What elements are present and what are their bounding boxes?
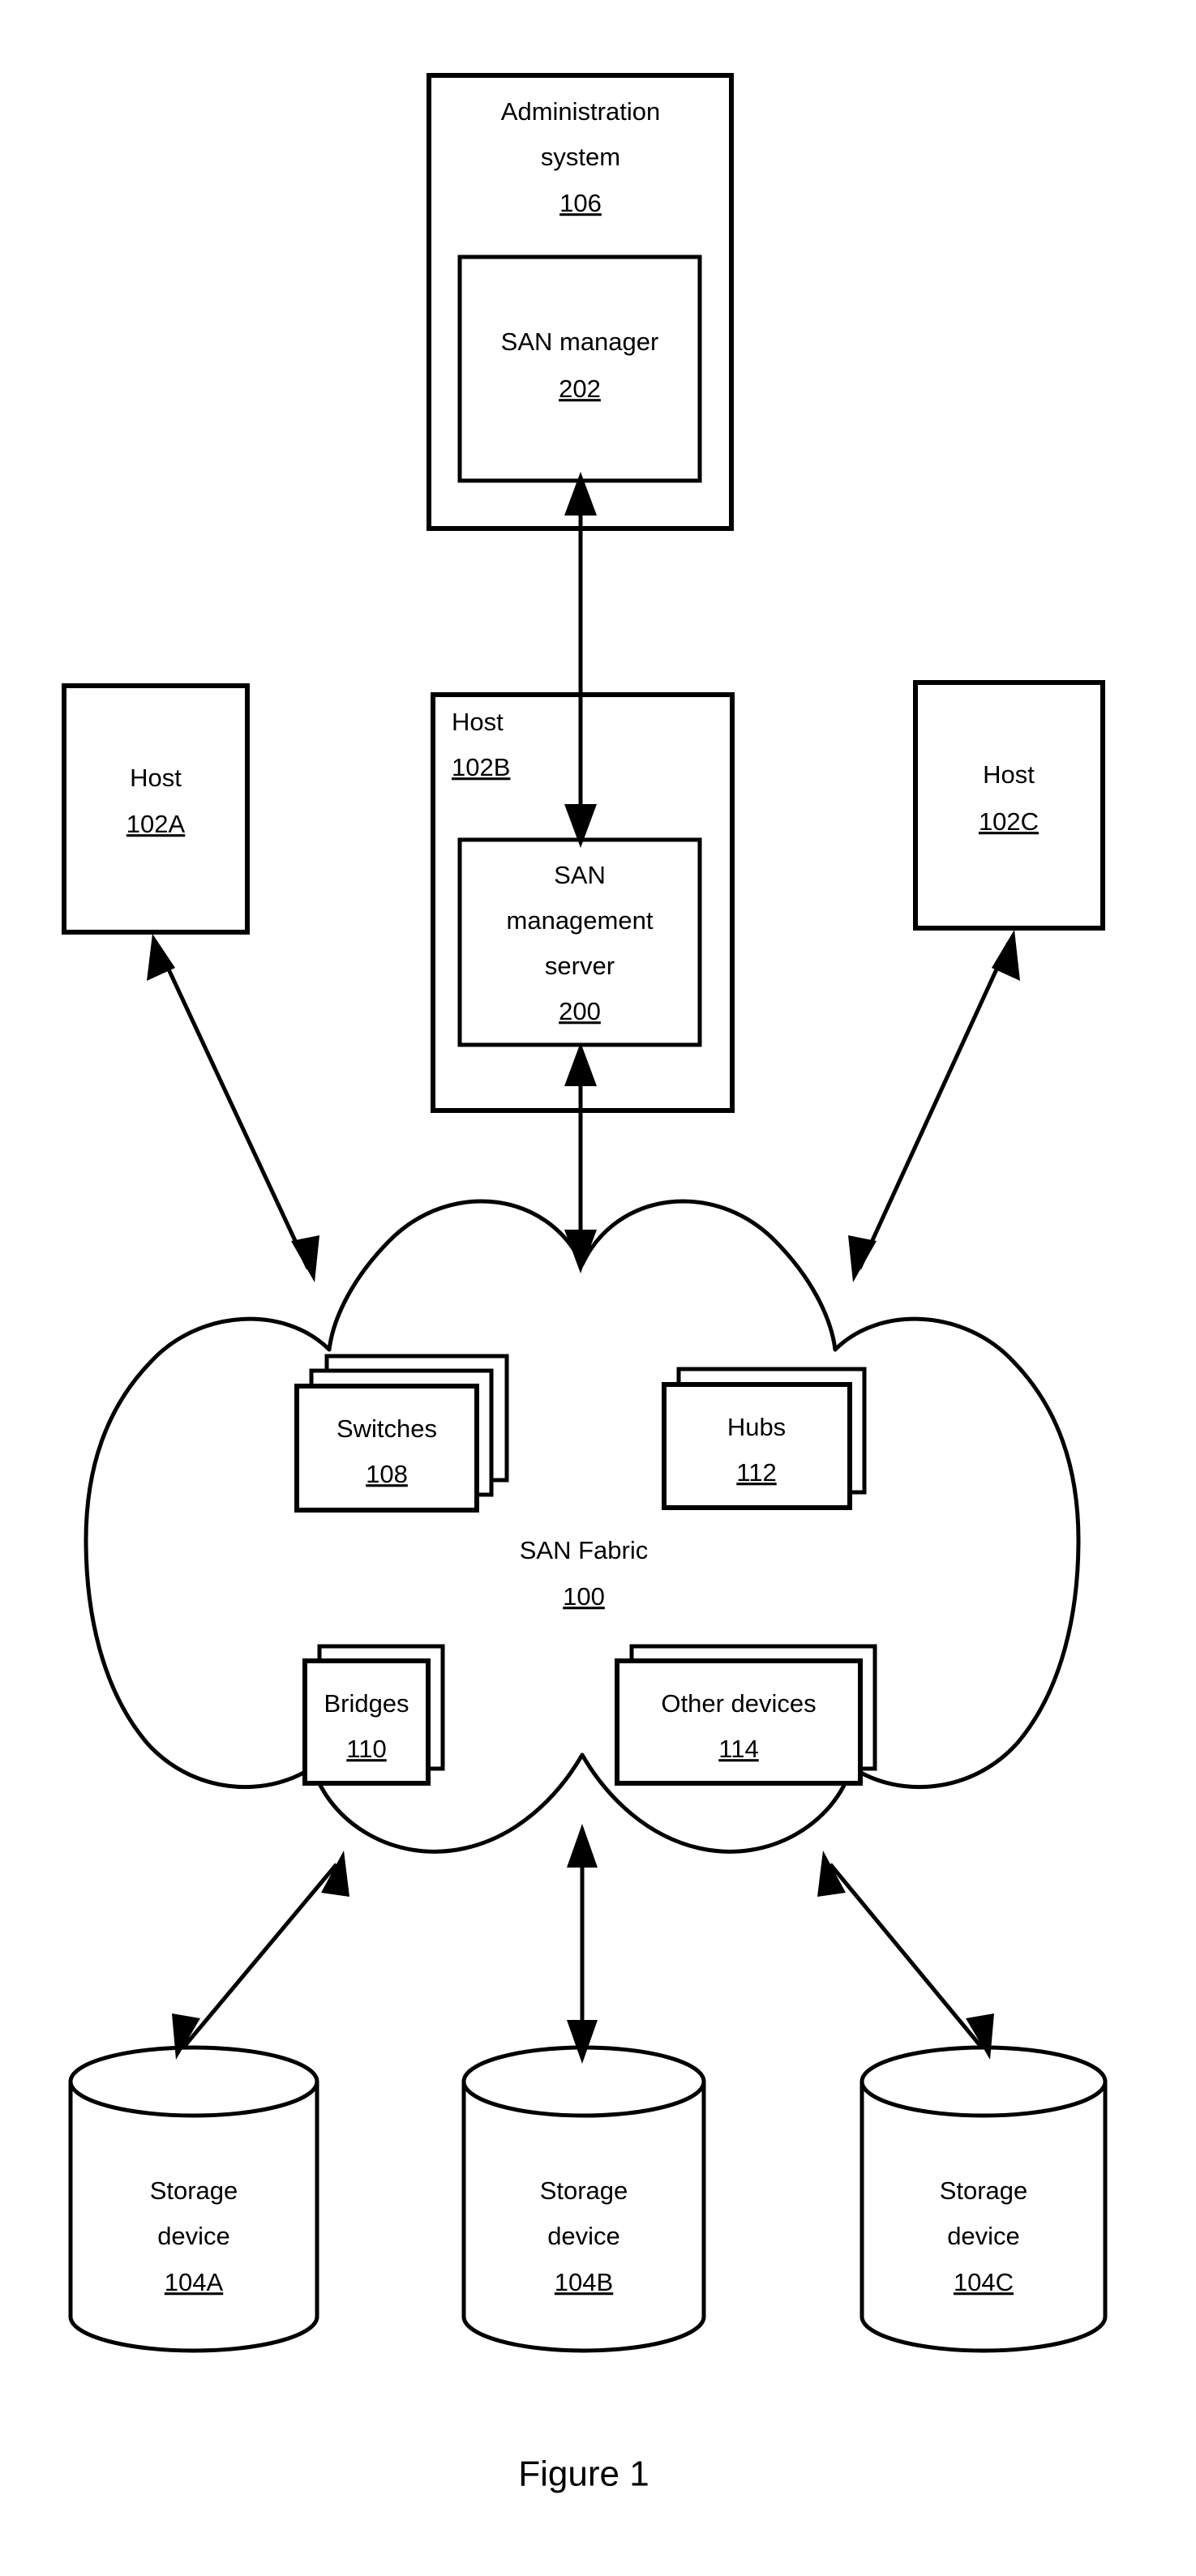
host-a-label: Host bbox=[130, 764, 182, 792]
host-c-node: Host 102C bbox=[913, 680, 1105, 931]
host-a-ref: 102A bbox=[126, 810, 186, 838]
storage-c-label-line1: Storage bbox=[940, 2176, 1028, 2205]
storage-a-cylinder-top bbox=[68, 2045, 319, 2118]
connector-host-c-to-fabric-line bbox=[857, 941, 1011, 1270]
storage-c-cylinder-top bbox=[859, 2045, 1108, 2118]
arrowhead-down-into-fabric-left bbox=[291, 1235, 319, 1282]
connector-fabric-to-storage-c-line bbox=[829, 1863, 983, 2048]
connector-mgmt-server-to-fabric bbox=[564, 1042, 597, 1273]
host-c-box bbox=[913, 680, 1105, 931]
storage-c-cylinder-body bbox=[859, 2082, 1108, 2353]
storage-a-label-line1: Storage bbox=[150, 2176, 238, 2205]
connector-host-a-to-fabric bbox=[147, 934, 319, 1282]
administration-system-ref: 106 bbox=[559, 189, 602, 217]
host-a-node: Host 102A bbox=[62, 683, 250, 935]
san-manager-label: SAN manager bbox=[501, 327, 659, 356]
hubs-box bbox=[662, 1382, 852, 1510]
storage-a-node: Storage device 104A bbox=[68, 2045, 319, 2353]
hubs-node: Hubs 112 bbox=[662, 1367, 867, 1510]
connector-fabric-to-storage-b bbox=[567, 1824, 598, 2064]
bridges-ref: 110 bbox=[346, 1735, 386, 1763]
storage-a-cylinder-body bbox=[68, 2082, 319, 2353]
switches-label: Switches bbox=[337, 1414, 437, 1443]
san-management-server-label-line1: SAN bbox=[554, 861, 606, 889]
san-management-server-ref: 200 bbox=[559, 997, 601, 1025]
host-b-label: Host bbox=[452, 708, 504, 736]
host-c-ref: 102C bbox=[979, 807, 1039, 836]
san-fabric-cloud: SAN Fabric 100 Switches 108 Hubs 112 Bri… bbox=[84, 1199, 1081, 1854]
bridges-node: Bridges 110 bbox=[302, 1644, 445, 1786]
bridges-box bbox=[302, 1658, 431, 1786]
other-devices-node: Other devices 114 bbox=[615, 1644, 877, 1786]
host-b-ref: 102B bbox=[452, 753, 510, 781]
san-manager-box bbox=[457, 255, 702, 483]
storage-b-label-line1: Storage bbox=[540, 2176, 628, 2205]
storage-b-cylinder-body bbox=[461, 2082, 706, 2353]
connector-fabric-to-storage-a bbox=[172, 1851, 349, 2060]
switches-node: Switches 108 bbox=[294, 1354, 509, 1513]
arrowhead-down-into-fabric-right bbox=[848, 1235, 877, 1282]
administration-system-node: Administration system 106 SAN manager 20… bbox=[427, 73, 734, 531]
arrowhead-up-into-fabric-sc bbox=[817, 1851, 846, 1897]
connector-host-c-to-fabric bbox=[848, 930, 1020, 1282]
san-manager-ref: 202 bbox=[559, 374, 601, 403]
san-management-server-label-line3: server bbox=[545, 952, 615, 980]
storage-b-ref: 104B bbox=[555, 2268, 613, 2296]
storage-c-node: Storage device 104C bbox=[859, 2045, 1108, 2353]
connector-fabric-to-storage-c bbox=[817, 1851, 994, 2060]
administration-system-label-line2: system bbox=[541, 143, 620, 171]
san-architecture-diagram: Administration system 106 SAN manager 20… bbox=[62, 73, 1108, 2494]
arrowhead-up-into-fabric-sa bbox=[321, 1851, 349, 1897]
san-management-server-node: SAN management server 200 bbox=[457, 837, 702, 1047]
connector-fabric-to-storage-a-line bbox=[182, 1863, 338, 2048]
storage-b-node: Storage device 104B bbox=[461, 2045, 706, 2353]
san-manager-node: SAN manager 202 bbox=[457, 255, 702, 483]
san-fabric-cloud-outline bbox=[84, 1199, 1081, 1854]
san-management-server-label-line2: management bbox=[507, 906, 654, 935]
arrowhead-up-into-fabric-sb bbox=[567, 1824, 598, 1868]
host-c-label: Host bbox=[983, 760, 1035, 789]
host-a-box bbox=[62, 683, 250, 935]
other-devices-box bbox=[615, 1658, 863, 1786]
san-fabric-label: SAN Fabric bbox=[520, 1536, 648, 1564]
figure-page: Administration system 106 SAN manager 20… bbox=[0, 0, 1196, 2576]
hubs-label: Hubs bbox=[727, 1413, 786, 1441]
storage-c-ref: 104C bbox=[954, 2268, 1014, 2296]
hubs-ref: 112 bbox=[736, 1458, 776, 1487]
storage-a-label-line2: device bbox=[157, 2222, 230, 2250]
figure-caption: Figure 1 bbox=[518, 2454, 649, 2494]
san-fabric-ref: 100 bbox=[563, 1582, 605, 1611]
bridges-label: Bridges bbox=[324, 1689, 409, 1718]
switches-ref: 108 bbox=[366, 1460, 408, 1488]
other-devices-ref: 114 bbox=[718, 1735, 758, 1763]
other-devices-label: Other devices bbox=[661, 1689, 816, 1718]
administration-system-label-line1: Administration bbox=[501, 97, 660, 126]
storage-c-label-line2: device bbox=[947, 2222, 1020, 2250]
switches-box bbox=[294, 1384, 479, 1513]
storage-b-label-line2: device bbox=[547, 2222, 620, 2250]
connector-host-a-to-fabric-line bbox=[156, 945, 311, 1270]
storage-a-ref: 104A bbox=[165, 2268, 224, 2296]
